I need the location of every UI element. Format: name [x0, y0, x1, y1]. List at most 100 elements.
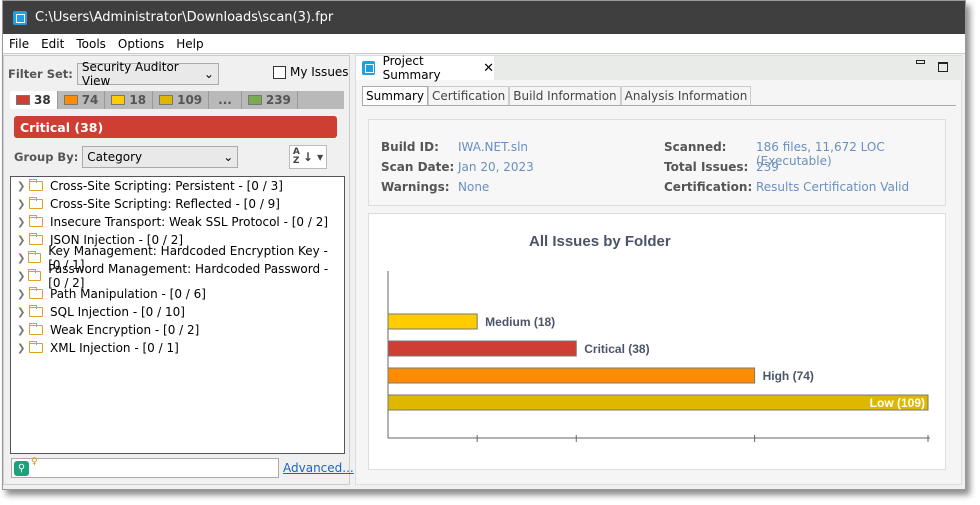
- warnings-value: None: [458, 180, 489, 194]
- high-swatch: [64, 95, 78, 105]
- bar-label: Medium (18): [485, 315, 555, 329]
- maximize-icon[interactable]: [938, 62, 948, 72]
- tree-item[interactable]: ❯Cross-Site Scripting: Reflected - [0 / …: [11, 195, 344, 213]
- tree-item-label: Password Management: Hardcoded Password …: [48, 262, 344, 290]
- advanced-link[interactable]: Advanced...: [283, 461, 354, 475]
- tree-item[interactable]: ❯Password Management: Hardcoded Password…: [11, 267, 344, 285]
- my-issues-label: My Issues: [290, 65, 349, 79]
- critical-swatch: [16, 95, 30, 105]
- chevron-down-icon: ⌄: [204, 67, 214, 81]
- folder-icon: [29, 199, 43, 209]
- chart-title: All Issues by Folder: [529, 233, 671, 250]
- tree-item[interactable]: ❯Insecure Transport: Weak SSL Protocol -…: [11, 213, 344, 231]
- menu-edit[interactable]: Edit: [35, 37, 70, 51]
- chevron-right-icon: ❯: [17, 289, 29, 300]
- chevron-right-icon: ❯: [17, 307, 29, 318]
- tab-label: 109: [177, 93, 202, 107]
- chevron-right-icon: ❯: [17, 235, 29, 246]
- folder-icon: [29, 181, 43, 191]
- severity-tabs: 38 74 18 109 ... 239: [10, 91, 344, 109]
- low-swatch: [159, 95, 173, 105]
- chevron-right-icon: ❯: [17, 253, 28, 264]
- certification-label: Certification:: [664, 180, 752, 194]
- filter-set-value: Security Auditor View: [82, 60, 204, 88]
- tree-item[interactable]: ❯SQL Injection - [0 / 10]: [11, 303, 344, 321]
- tree-item-label: Cross-Site Scripting: Persistent - [0 / …: [50, 179, 283, 193]
- scan-date-value: Jan 20, 2023: [458, 160, 534, 174]
- tab-critical[interactable]: 38: [10, 91, 58, 109]
- bar-label: High (74): [763, 369, 814, 383]
- menu-help[interactable]: Help: [170, 37, 209, 51]
- tab-build-information[interactable]: Build Information: [509, 86, 620, 105]
- menu-file[interactable]: File: [3, 37, 35, 51]
- tab-medium[interactable]: 18: [105, 91, 153, 109]
- tab-project-summary[interactable]: Project Summary ✕: [356, 56, 494, 80]
- folder-icon: [28, 253, 41, 263]
- tree-item-label: Cross-Site Scripting: Reflected - [0 / 9…: [50, 197, 280, 211]
- issues-chart: All Issues by Folder Medium (18) Critical…: [368, 213, 946, 470]
- tab-high[interactable]: 74: [58, 91, 106, 109]
- search-input[interactable]: ⚲ ♀: [11, 458, 279, 478]
- folder-icon: [29, 325, 43, 335]
- tab-more[interactable]: ...: [209, 91, 242, 109]
- scanned-value: 186 files, 11,672 LOC (Executable): [756, 140, 945, 168]
- tab-label: 74: [82, 93, 99, 107]
- tab-low[interactable]: 109: [153, 91, 209, 109]
- medium-swatch: [111, 95, 125, 105]
- folder-icon: [29, 235, 43, 245]
- menu-tools[interactable]: Tools: [70, 37, 112, 51]
- bar-critical: [388, 341, 576, 356]
- tree-item-label: Insecure Transport: Weak SSL Protocol - …: [50, 215, 328, 229]
- menu-bar: File Edit Tools Options Help: [3, 34, 965, 54]
- tab-label: 239: [266, 93, 291, 107]
- tab-label: ...: [218, 93, 232, 107]
- sort-az-icon: A Z: [293, 148, 303, 166]
- panel-tab-label: Project Summary: [383, 54, 476, 82]
- chevron-right-icon: ❯: [17, 271, 28, 282]
- bulb-icon: ♀: [31, 457, 38, 467]
- tree-item[interactable]: ❯Weak Encryption - [0 / 2]: [11, 321, 344, 339]
- minimize-icon[interactable]: [916, 60, 925, 64]
- tree-item-label: XML Injection - [0 / 1]: [50, 341, 179, 355]
- tree-item[interactable]: ❯XML Injection - [0 / 1]: [11, 339, 344, 357]
- tree-item[interactable]: ❯ Cross-Site Scripting: Persistent - [0 /…: [11, 177, 344, 195]
- filter-set-label: Filter Set:: [8, 67, 73, 81]
- bar-high: [388, 368, 755, 383]
- bar-medium: [388, 314, 477, 329]
- group-by-select[interactable]: Category⌄: [82, 146, 238, 168]
- scanned-label: Scanned:: [664, 140, 726, 154]
- close-icon[interactable]: ✕: [483, 61, 494, 76]
- menu-options[interactable]: Options: [112, 37, 170, 51]
- my-issues-checkbox[interactable]: [273, 66, 286, 79]
- build-id-value: IWA.NET.sln: [458, 140, 528, 154]
- issues-panel: Filter Set: Security Auditor View⌄ My Is…: [3, 55, 350, 485]
- tab-analysis-information[interactable]: Analysis Information: [621, 86, 752, 105]
- tab-summary[interactable]: Summary: [362, 86, 428, 105]
- folder-icon: [28, 271, 41, 281]
- warnings-label: Warnings:: [381, 180, 450, 194]
- certification-value: Results Certification Valid: [756, 180, 909, 194]
- sort-button[interactable]: A Z↓ ▾: [289, 145, 327, 169]
- bar-label: Low (109): [870, 396, 925, 410]
- group-by-label: Group By:: [14, 150, 78, 164]
- filter-set-select[interactable]: Security Auditor View⌄: [77, 63, 219, 85]
- all-swatch: [248, 95, 262, 105]
- folder-icon: [29, 307, 43, 317]
- folder-icon: [29, 289, 43, 299]
- tab-label: 38: [34, 93, 51, 107]
- critical-banner: Critical (38): [14, 116, 337, 138]
- app-icon: [13, 11, 27, 25]
- search-icon: ⚲: [14, 461, 29, 476]
- tab-certification[interactable]: Certification: [428, 86, 509, 105]
- bar-label: Critical (38): [584, 342, 649, 356]
- total-issues-value: 239: [756, 160, 779, 174]
- total-issues-label: Total Issues:: [664, 160, 748, 174]
- chevron-down-icon: ⌄: [223, 150, 233, 164]
- folder-icon: [29, 217, 43, 227]
- summary-icon: [362, 61, 375, 75]
- tab-label: 18: [129, 93, 146, 107]
- chart-svg: All Issues by Folder Medium (18) Critical…: [369, 214, 947, 471]
- tab-all[interactable]: 239: [242, 91, 298, 109]
- folder-icon: [29, 343, 43, 353]
- chevron-right-icon: ❯: [17, 181, 29, 192]
